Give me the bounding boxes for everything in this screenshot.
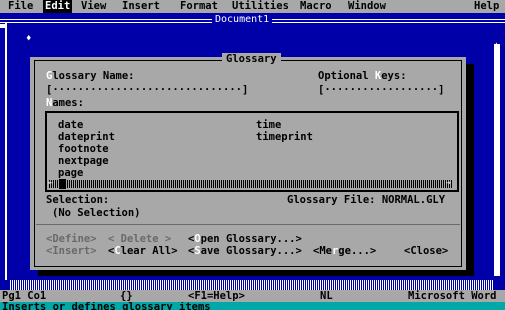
insertion-point-icon: ♦ [26,34,32,44]
list-item[interactable]: footnote [58,143,109,155]
glossary-name-input[interactable]: [······························] [46,84,248,96]
optional-keys-label: Optional Keys: [318,70,407,82]
list-item[interactable]: page [58,167,83,179]
window-left-border [5,22,7,280]
page-column-indicator: Pg1 Co1 [2,290,47,302]
menu-view[interactable]: View [81,0,106,13]
delete-button[interactable]: < Delete > [108,233,171,245]
braces-indicator: {} [120,290,133,302]
menu-window[interactable]: Window [348,0,386,13]
dialog-title: Glossary [222,53,281,65]
define-button[interactable]: <Define> [46,233,97,245]
vertical-scroll-track[interactable] [494,44,500,276]
dialog-divider [36,224,460,225]
menu-file[interactable]: File [8,0,33,13]
scroll-up-icon[interactable]: ▲ [494,39,499,51]
list-item[interactable]: nextpage [58,155,109,167]
selection-value: (No Selection) [52,207,141,219]
menu-format[interactable]: Format [180,0,218,13]
hint-text: Inserts or defines glossary items [2,302,211,310]
clear-all-button[interactable]: <Clear All> [108,245,178,257]
window-corner-mark [0,24,5,28]
save-glossary-button[interactable]: <Save Glossary...> [188,245,302,257]
menu-utilities[interactable]: Utilities [232,0,289,13]
open-glossary-button[interactable]: <Open Glossary...> [188,233,302,245]
close-button[interactable]: <Close> [404,245,448,257]
mode-indicator: NL [320,290,333,302]
scroll-thumb[interactable] [59,179,66,189]
horizontal-scrollbar[interactable] [10,280,494,290]
menu-edit[interactable]: Edit [43,0,73,13]
scroll-left-icon[interactable]: ← [48,177,53,189]
list-item[interactable]: timeprint [256,131,313,143]
list-item[interactable]: time [256,119,281,131]
menu-bar: File Edit View Insert Format Utilities M… [0,0,505,13]
glossary-file-label: Glossary File: NORMAL.GLY [287,194,446,206]
names-list-scrollbar[interactable] [49,180,453,188]
selection-label: Selection: [46,194,110,206]
menu-insert[interactable]: Insert [122,0,160,13]
insert-button[interactable]: <Insert> [46,245,97,257]
document-title: Document1 [212,14,273,25]
list-item[interactable]: date [58,119,83,131]
menu-help[interactable]: Help [474,0,499,13]
scroll-right-icon[interactable]: → [446,177,451,189]
list-item[interactable]: dateprint [58,131,115,143]
names-label: Names: [46,97,84,109]
glossary-name-label: Glossary Name: [46,70,135,82]
optional-keys-input[interactable]: [··················] [318,84,444,96]
menu-macro[interactable]: Macro [300,0,332,13]
app-name: Microsoft Word [408,290,497,302]
help-hint: <F1=Help> [188,290,245,302]
merge-button[interactable]: <Merge...> [313,245,376,257]
